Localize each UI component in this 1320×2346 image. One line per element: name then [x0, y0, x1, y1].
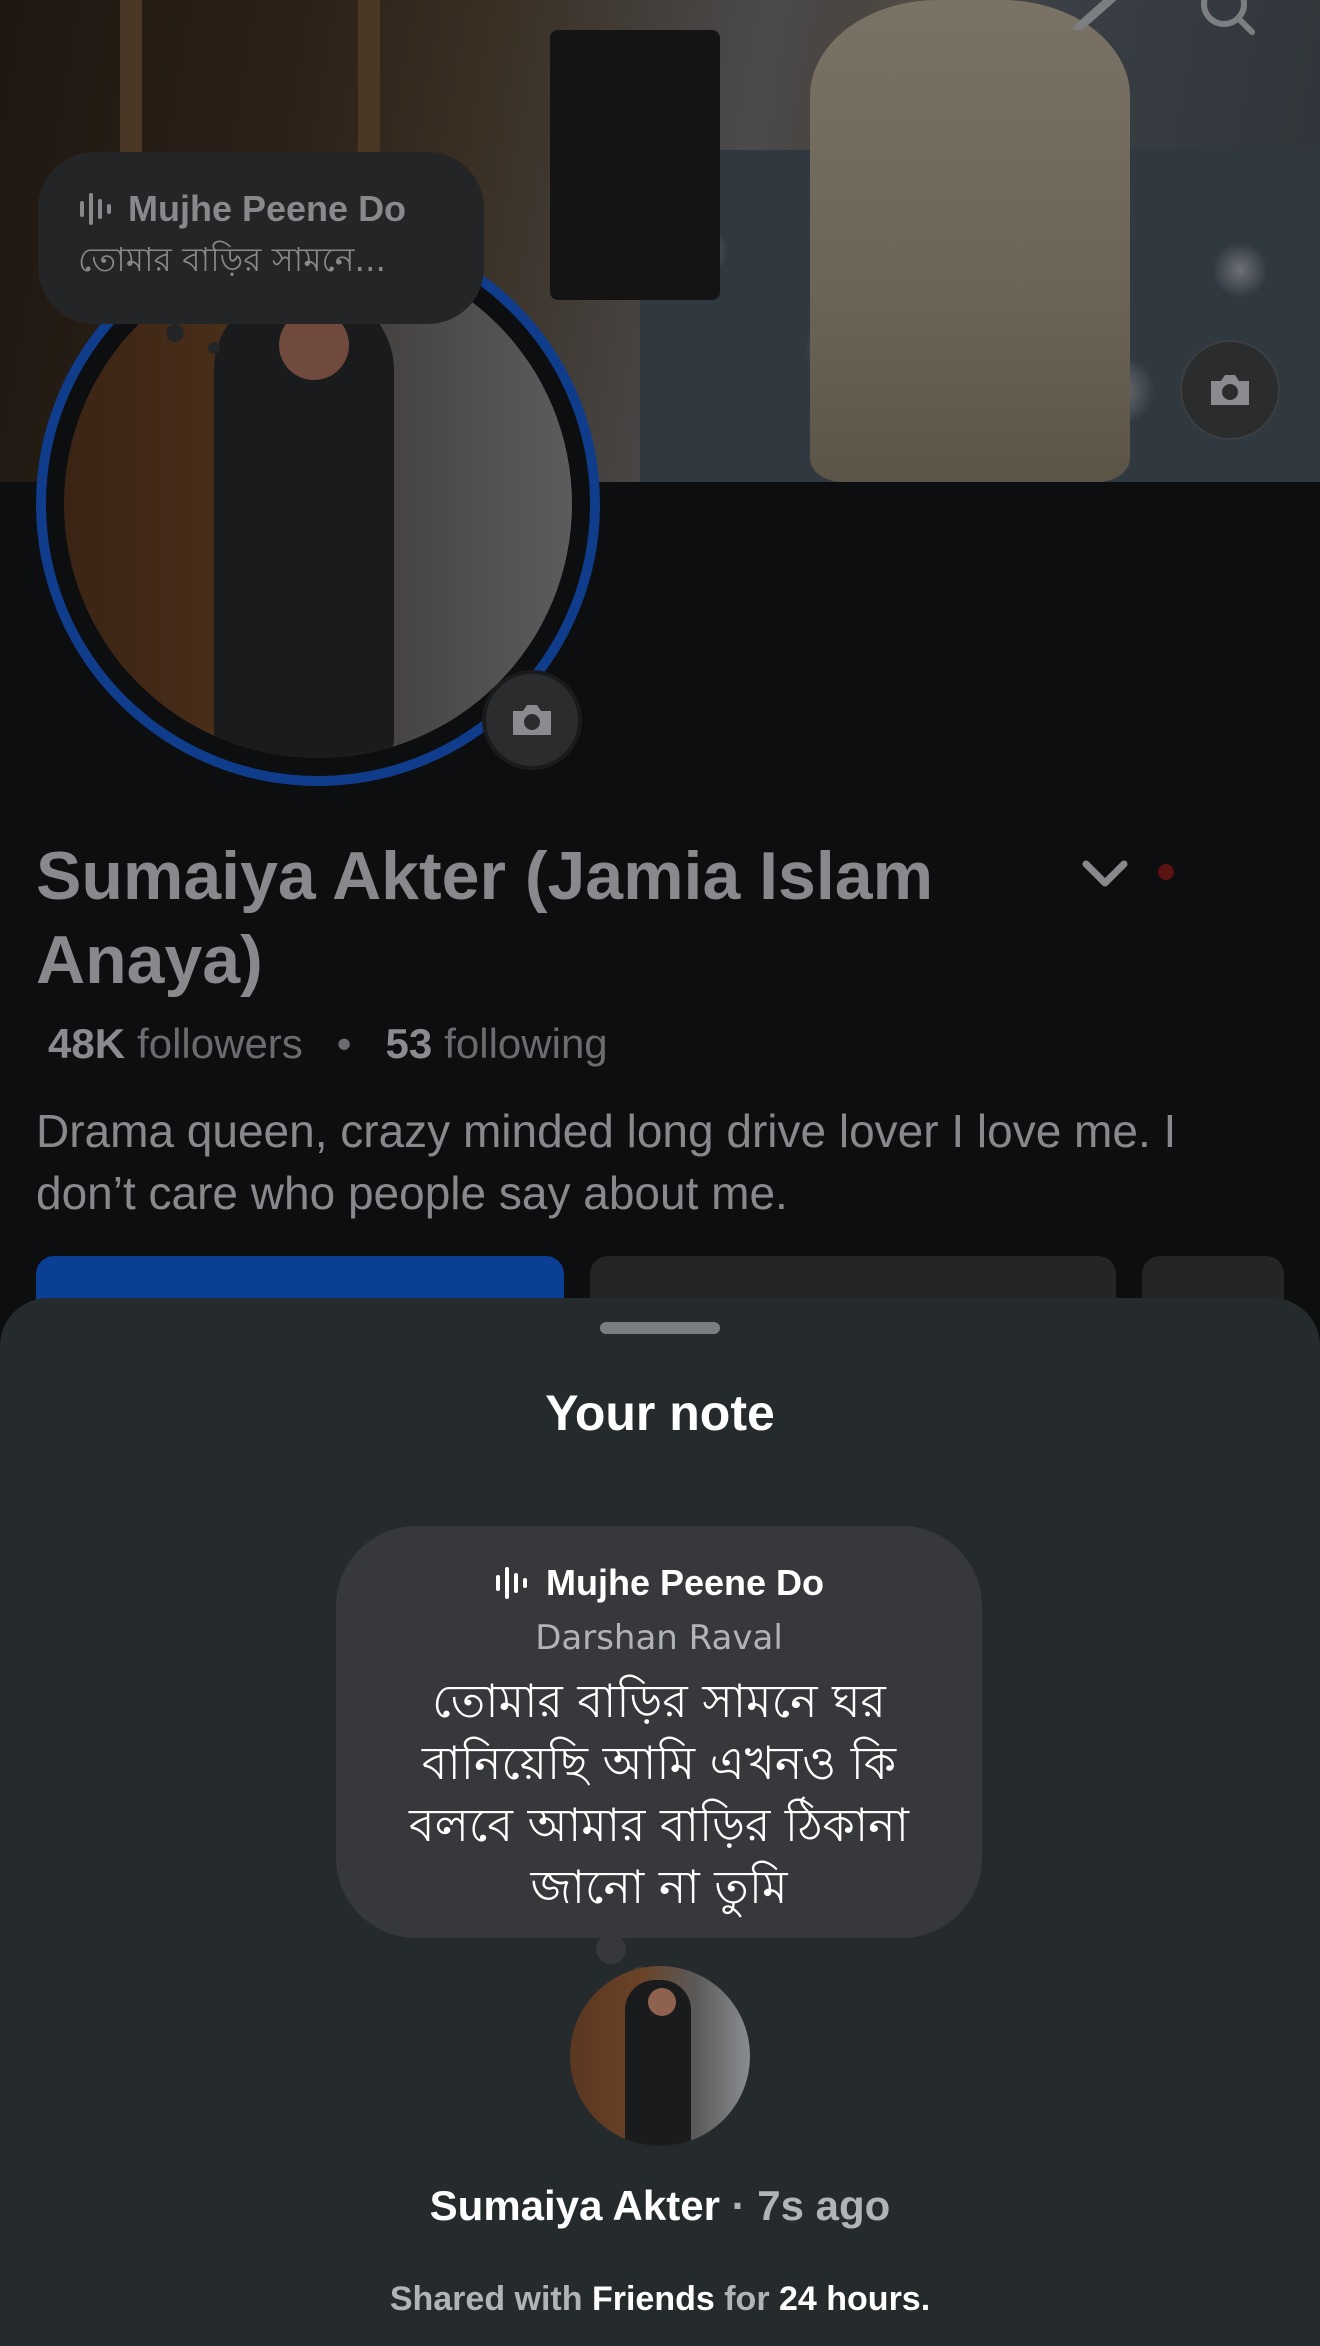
note-timestamp: · 7s ago	[731, 2182, 891, 2229]
chevron-down-icon[interactable]	[1080, 856, 1130, 892]
shared-prefix: Shared with	[389, 2280, 592, 2318]
shared-duration: 24 hours.	[779, 2280, 931, 2318]
search-icon[interactable]	[1198, 0, 1258, 40]
following-count[interactable]: 53	[386, 1020, 433, 1068]
camera-icon	[513, 705, 551, 735]
profile-stats: 48K followers • 53 following	[48, 1020, 608, 1068]
profile-note-song-title: Mujhe Peene Do	[128, 188, 407, 229]
music-waveform-icon	[495, 1567, 527, 1599]
note-tail	[166, 324, 184, 342]
profile-bio: Drama queen, crazy minded long drive lov…	[36, 1105, 1177, 1219]
note-tail	[596, 1934, 626, 1964]
pencil-icon[interactable]	[1072, 0, 1122, 30]
note-song-artist: Darshan Raval	[535, 1618, 783, 1658]
note-author-name[interactable]: Sumaiya Akter	[430, 2182, 720, 2229]
note-text: তোমার বাড়ির সামনে ঘর বানিয়েছি আমি এখনও…	[409, 1674, 909, 1914]
avatar-camera-button[interactable]	[482, 670, 582, 770]
profile-note-text: তোমার বাড়ির সামনে...	[78, 240, 386, 279]
cover-figure	[810, 0, 1130, 482]
note-bottom-sheet: Your note Mujhe Peene Do Darshan Raval ত…	[0, 1298, 1320, 2346]
cover-camera-button[interactable]	[1180, 340, 1280, 440]
camera-icon	[1211, 375, 1249, 405]
note-author-line: Sumaiya Akter · 7s ago	[0, 2182, 1320, 2230]
avatar-face	[648, 1988, 676, 2016]
followers-count[interactable]: 48K	[48, 1020, 125, 1068]
shared-audience[interactable]: Friends	[592, 2280, 715, 2318]
note-author-avatar[interactable]	[570, 1966, 750, 2146]
note-song-title: Mujhe Peene Do	[545, 1562, 825, 1603]
profile-note-bubble[interactable]: Mujhe Peene Do তোমার বাড়ির সামনে...	[38, 152, 484, 354]
profile-avatar[interactable]	[64, 250, 572, 758]
note-song-row: Mujhe Peene Do	[336, 1562, 982, 1604]
cover-speaker	[550, 30, 720, 300]
notification-dot	[1158, 864, 1174, 880]
note-bubble[interactable]: Mujhe Peene Do Darshan Raval তোমার বাড়ি…	[336, 1526, 982, 1982]
following-label[interactable]: following	[444, 1020, 607, 1068]
shared-middle: for	[714, 2280, 779, 2318]
music-waveform-icon	[80, 193, 111, 225]
stats-separator: •	[336, 1020, 352, 1067]
profile-name: Sumaiya Akter (Jamia Islam Anaya)	[36, 838, 934, 998]
note-audience-line: Shared with Friends for 24 hours.	[0, 2280, 1320, 2319]
followers-label[interactable]: followers	[137, 1020, 303, 1068]
sheet-title: Your note	[545, 1385, 775, 1441]
note-tail-small	[208, 342, 220, 354]
sheet-grabber[interactable]	[600, 1322, 720, 1334]
